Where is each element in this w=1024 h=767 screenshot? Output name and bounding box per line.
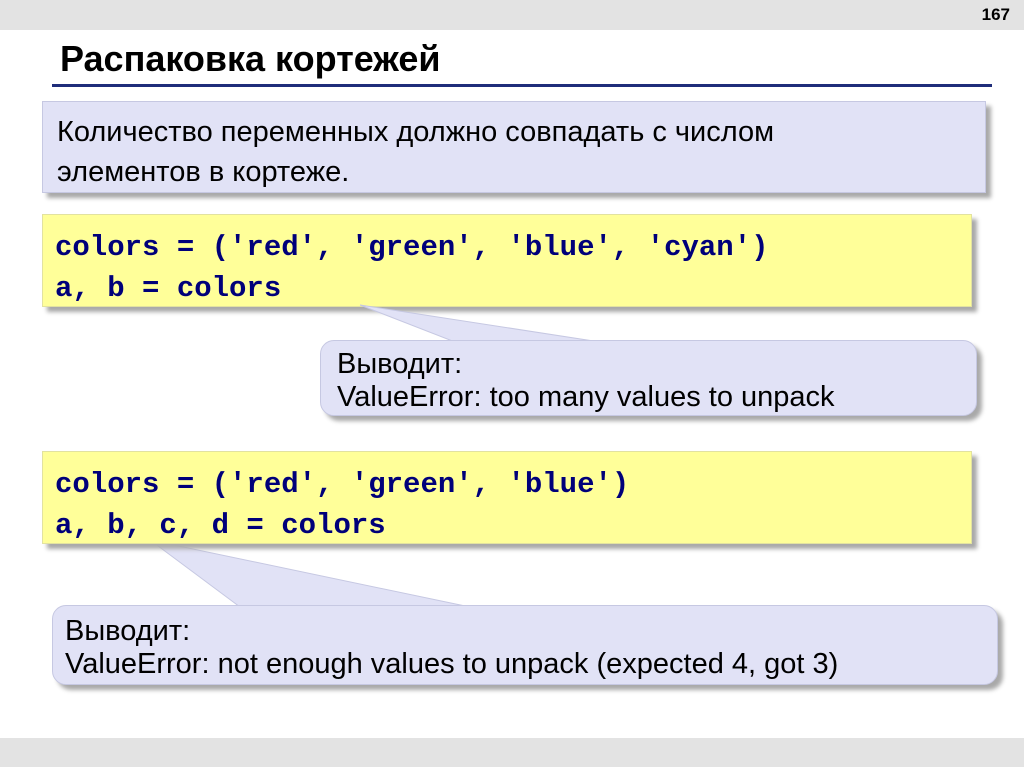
- callout-error: ValueError: too many values to unpack: [337, 381, 835, 413]
- callout-1-tail: [359, 304, 601, 343]
- code-line: a, b, c, d = colors: [55, 509, 386, 542]
- slide-title: Распаковка кортежей: [60, 38, 441, 79]
- callout-label: Выводит:: [337, 348, 463, 380]
- page-number: 167: [981, 5, 1010, 24]
- callout-2-tail: [149, 539, 471, 608]
- top-band: [0, 0, 1024, 30]
- output-callout-1: Выводит: ValueError: too many values to …: [320, 340, 977, 416]
- title-underline: [52, 84, 992, 87]
- code-line: colors = ('red', 'green', 'blue'): [55, 468, 630, 501]
- rule-note: Количество переменных должно совпадать с…: [42, 101, 986, 193]
- callout-label: Выводит:: [65, 615, 191, 647]
- code-line: colors = ('red', 'green', 'blue', 'cyan'…: [55, 231, 769, 264]
- code-block-2: colors = ('red', 'green', 'blue') a, b, …: [42, 451, 972, 544]
- output-callout-2: Выводит: ValueError: not enough values t…: [52, 605, 998, 685]
- bottom-band: [0, 738, 1024, 767]
- callout-error: ValueError: not enough values to unpack …: [65, 648, 839, 680]
- note-line: элементов в кортеже.: [57, 156, 350, 188]
- note-line: Количество переменных должно совпадать с…: [57, 116, 775, 148]
- code-line: a, b = colors: [55, 272, 282, 305]
- code-block-1: colors = ('red', 'green', 'blue', 'cyan'…: [42, 214, 972, 307]
